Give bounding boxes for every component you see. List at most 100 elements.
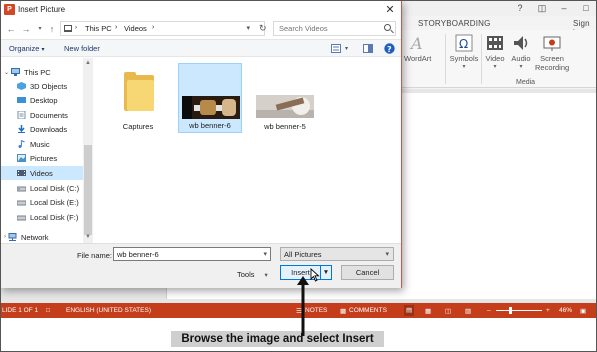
zoom-slider-thumb[interactable] — [509, 307, 512, 314]
spellcheck-icon[interactable]: □ — [46, 307, 50, 314]
scroll-down-icon[interactable]: ▼ — [85, 234, 91, 240]
comments-icon[interactable]: ▩ — [340, 307, 346, 315]
symbols-button[interactable]: Ω Symbols ▾ — [449, 34, 479, 72]
forward-arrow-icon[interactable]: → — [21, 23, 31, 34]
nav-item-downloads[interactable]: Downloads — [1, 122, 83, 136]
file-item-captures[interactable]: Captures — [106, 63, 170, 133]
close-icon[interactable]: ✕ — [383, 2, 397, 16]
slideshow-icon[interactable]: ▨ — [465, 307, 471, 315]
nav-label: Downloads — [30, 124, 68, 134]
help-icon[interactable]: ? — [509, 0, 531, 16]
zoom-level[interactable]: 46% — [559, 307, 572, 314]
audio-button[interactable]: Audio ▾ — [509, 34, 533, 72]
normal-view-icon[interactable]: ▤ — [404, 305, 415, 316]
slide-counter: LIDE 1 OF 1 — [2, 307, 39, 314]
tools-label: Tools — [237, 270, 255, 279]
nav-item-this-pc[interactable]: ⌄ This PC — [1, 65, 83, 79]
scroll-thumb[interactable] — [84, 145, 92, 235]
search-icon[interactable] — [384, 24, 391, 31]
up-arrow-icon[interactable]: ↑ — [47, 23, 57, 34]
nav-item-pictures[interactable]: Pictures — [1, 151, 83, 165]
fit-slide-icon[interactable]: ▣ — [580, 307, 586, 315]
navigation-pane: ⌄ This PC 3D Objects Desktop Documents D… — [1, 58, 94, 243]
ribbon-display-icon[interactable]: ◫ — [531, 0, 553, 16]
folder-icon — [124, 72, 154, 111]
dialog-titlebar: P Insert Picture ✕ — [1, 1, 401, 19]
nav-label: Local Disk (E:) — [30, 197, 79, 207]
insert-dropdown-icon[interactable]: ▼ — [321, 266, 331, 279]
zoom-out-icon[interactable]: – — [487, 307, 491, 314]
nav-item-videos[interactable]: Videos — [1, 166, 83, 180]
reading-view-icon[interactable]: ◫ — [445, 307, 451, 315]
address-dropdown-icon[interactable]: ▾ — [246, 24, 250, 32]
omega-icon: Ω — [455, 34, 473, 52]
nav-item-network[interactable]: › Network — [1, 230, 83, 244]
computer-icon — [11, 68, 21, 76]
file-type-select[interactable]: All Pictures ▾ — [280, 247, 394, 261]
file-item-wb-benner-6[interactable]: wb benner-6 — [178, 63, 242, 133]
breadcrumb-videos[interactable]: Videos — [124, 24, 147, 33]
nav-item-local-disk-f[interactable]: Local Disk (F:) — [1, 210, 83, 224]
organize-button[interactable]: Organize ▾ — [9, 44, 45, 53]
zoom-slider[interactable] — [496, 310, 542, 311]
ribbon-separator — [445, 34, 446, 84]
organize-label: Organize — [9, 44, 40, 53]
recent-locations-icon[interactable]: ▾ — [35, 23, 45, 34]
instruction-caption: Browse the image and select Insert — [171, 331, 384, 347]
3d-objects-icon — [17, 82, 26, 90]
comments-button[interactable]: COMMENTS — [349, 307, 387, 314]
maximize-icon[interactable]: □ — [575, 0, 597, 16]
file-name-dropdown-icon[interactable]: ▾ — [263, 250, 267, 258]
image-thumbnail — [182, 96, 240, 119]
tools-button[interactable]: Tools ▾ — [237, 270, 268, 279]
nav-scrollbar[interactable]: ▲ ▼ — [83, 58, 93, 243]
breadcrumb-this-pc[interactable]: This PC — [85, 24, 112, 33]
language-status[interactable]: ENGLISH (UNITED STATES) — [66, 307, 151, 314]
nav-item-local-disk-c[interactable]: Local Disk (C:) — [1, 181, 83, 195]
view-options-icon[interactable] — [331, 44, 341, 55]
file-name-field[interactable]: ▾ — [113, 247, 271, 261]
preview-pane-icon[interactable] — [363, 44, 373, 55]
wordart-icon: A — [409, 34, 423, 52]
desktop-icon — [17, 97, 26, 103]
nav-item-local-disk-e[interactable]: Local Disk (E:) — [1, 195, 83, 209]
scroll-up-icon[interactable]: ▲ — [85, 60, 91, 66]
new-folder-button[interactable]: New folder — [64, 44, 100, 53]
view-dropdown-icon[interactable]: ▾ — [345, 45, 348, 52]
nav-item-music[interactable]: Music — [1, 137, 83, 151]
breadcrumb-separator-icon: › — [115, 24, 118, 31]
collapse-chevron-icon[interactable]: › — [4, 234, 6, 240]
address-bar[interactable]: › This PC › Videos › ▾ — [60, 21, 265, 36]
expand-chevron-icon[interactable]: ⌄ — [4, 69, 9, 76]
wordart-button[interactable]: A WordArt — [404, 34, 431, 63]
tab-storyboarding[interactable]: STORYBOARDING — [418, 19, 491, 28]
file-label: Captures — [122, 122, 154, 131]
window-controls: ? ◫ – □ — [509, 0, 597, 16]
breadcrumb-separator-icon: › — [75, 25, 77, 31]
nav-item-documents[interactable]: Documents — [1, 108, 83, 122]
zoom-in-icon[interactable]: + — [546, 307, 550, 314]
back-arrow-icon[interactable]: ← — [6, 23, 16, 34]
symbols-label: Symbols — [449, 54, 479, 63]
video-button[interactable]: Video ▾ — [484, 34, 506, 72]
ribbon-separator — [481, 34, 482, 84]
disk-icon — [17, 200, 26, 206]
nav-label: Pictures — [30, 153, 58, 163]
search-box[interactable] — [273, 21, 396, 36]
screen-recording-button[interactable]: Screen Recording — [533, 34, 571, 72]
file-name-input[interactable] — [114, 248, 254, 260]
nav-item-3d-objects[interactable]: 3D Objects — [1, 79, 83, 93]
audio-label: Audio — [511, 54, 531, 63]
disk-icon — [17, 215, 26, 221]
music-icon — [18, 140, 25, 148]
cancel-button[interactable]: Cancel — [341, 265, 394, 280]
search-input[interactable] — [274, 22, 382, 35]
insert-picture-dialog: P Insert Picture ✕ ← → ▾ ↑ › This PC › V… — [0, 0, 402, 288]
slide-sorter-icon[interactable]: ▦ — [425, 307, 431, 315]
help-icon[interactable]: ? — [384, 43, 395, 56]
nav-item-desktop[interactable]: Desktop — [1, 93, 83, 107]
mouse-pointer-icon — [310, 268, 320, 282]
refresh-icon[interactable]: ↻ — [259, 23, 267, 34]
file-item-wb-benner-5[interactable]: wb benner-5 — [253, 63, 317, 133]
minimize-icon[interactable]: – — [553, 0, 575, 16]
